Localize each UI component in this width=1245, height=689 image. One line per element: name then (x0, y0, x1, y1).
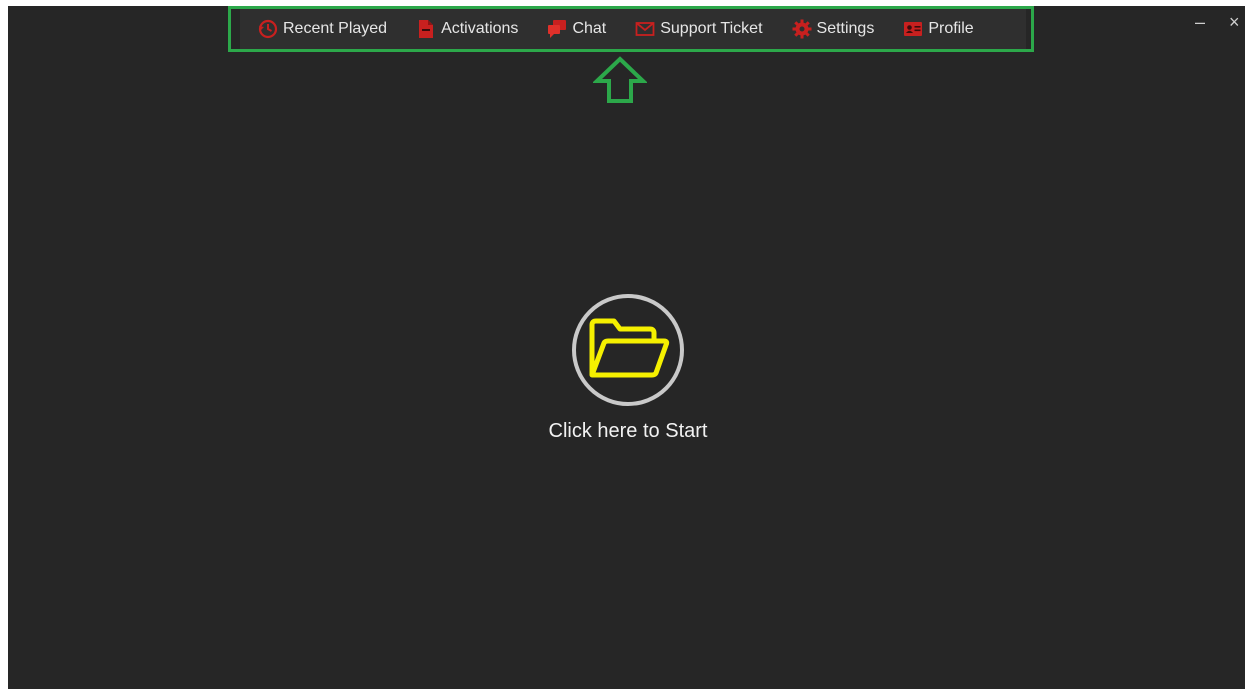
start-label[interactable]: Click here to Start (549, 420, 708, 443)
document-icon (416, 19, 436, 39)
nav-label: Activations (441, 20, 519, 37)
nav-label: Chat (572, 20, 607, 37)
top-nav-bar: Recent Played Activations Chat Support T… (240, 9, 1026, 49)
window-controls: – × (1195, 12, 1245, 32)
nav-label: Recent Played (283, 20, 388, 37)
history-icon (258, 19, 278, 39)
nav-item-profile[interactable]: Profile (903, 19, 974, 39)
nav-item-activations[interactable]: Activations (416, 19, 518, 39)
nav-item-recent-played[interactable]: Recent Played (258, 19, 387, 39)
nav-label: Support Ticket (660, 20, 763, 37)
up-arrow-icon (593, 56, 647, 103)
nav-label: Settings (816, 20, 875, 37)
nav-item-support-ticket[interactable]: Support Ticket (635, 19, 763, 39)
close-button[interactable]: × (1229, 12, 1245, 32)
gear-icon (792, 19, 812, 39)
nav-item-settings[interactable]: Settings (792, 19, 875, 39)
start-circle[interactable] (572, 294, 684, 406)
start-button[interactable]: Click here to Start (528, 294, 728, 464)
nav-item-chat[interactable]: Chat (547, 19, 606, 39)
minimize-button[interactable]: – (1195, 12, 1211, 32)
mail-icon (635, 19, 655, 39)
chat-icon (547, 19, 567, 39)
app-window: Recent Played Activations Chat Support T… (8, 6, 1245, 689)
folder-open-icon (589, 318, 670, 378)
id-card-icon (903, 19, 923, 39)
nav-label: Profile (928, 20, 974, 37)
